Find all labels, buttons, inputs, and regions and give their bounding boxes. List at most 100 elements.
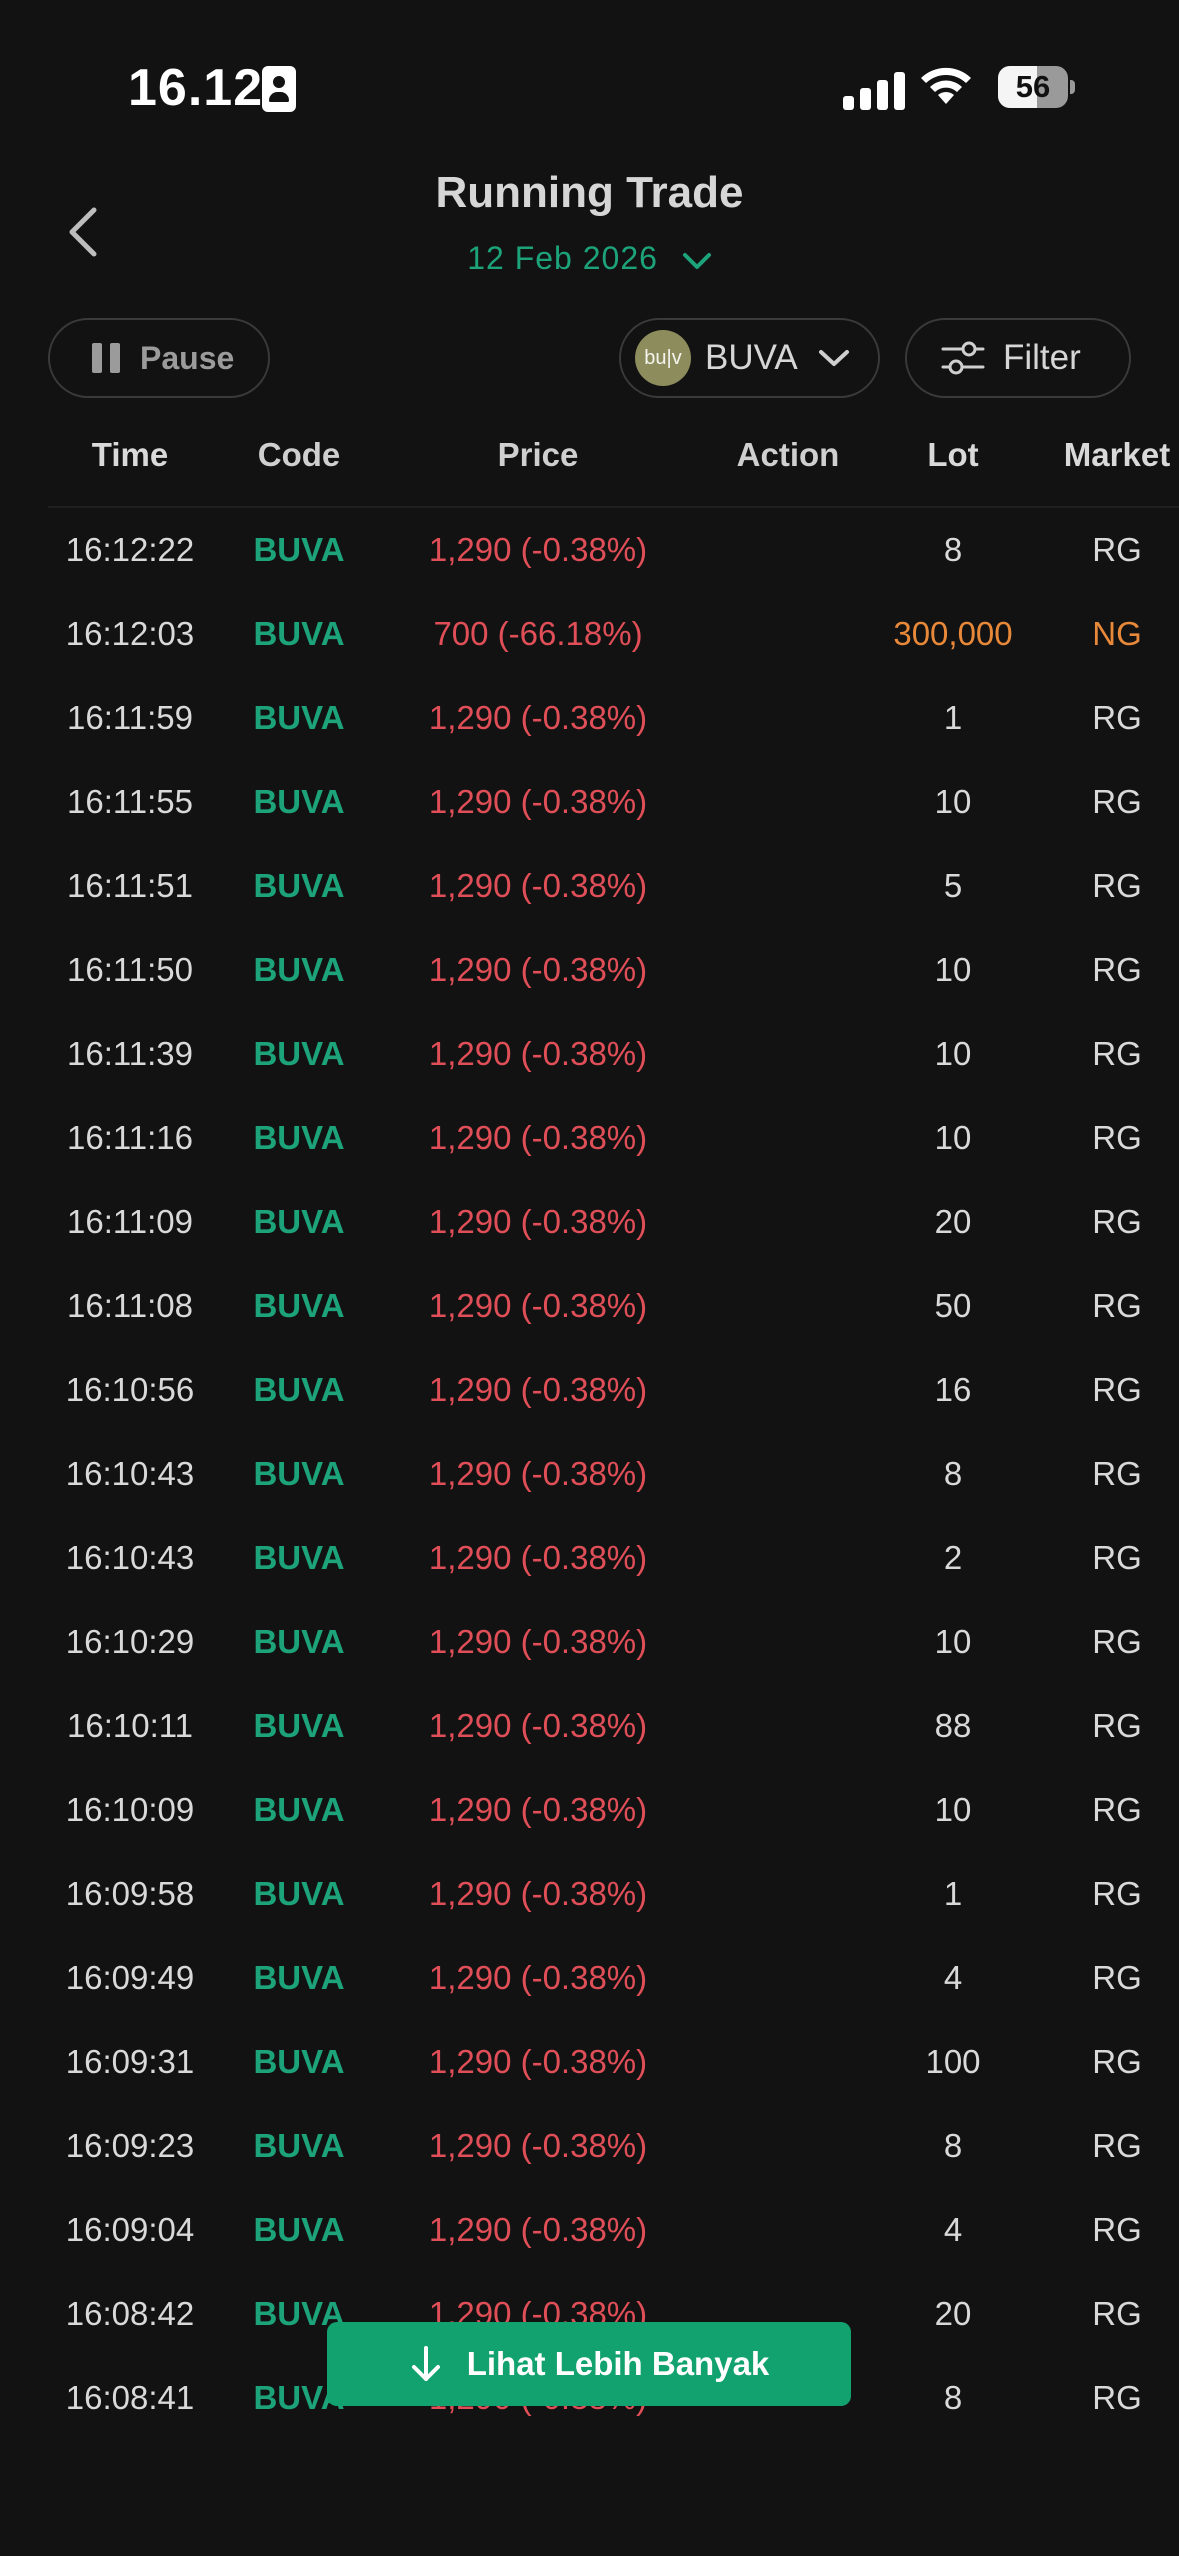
stock-logo: bu|v	[635, 330, 691, 386]
trade-code[interactable]: BUVA	[226, 2188, 372, 2272]
trade-code[interactable]: BUVA	[226, 592, 372, 676]
date-selector[interactable]: 12 Feb 2026	[0, 240, 1179, 277]
battery-icon: 56	[998, 66, 1075, 108]
trade-price: 1,290 (-0.38%)	[428, 1875, 648, 1912]
stock-code-label: BUVA	[705, 338, 798, 377]
trade-time: 16:10:09	[65, 1791, 195, 1828]
trade-price: 1,290 (-0.38%)	[428, 951, 648, 988]
trade-market: NG	[1092, 615, 1142, 652]
date-label: 12 Feb 2026	[467, 240, 658, 276]
table-row[interactable]: 16:10:29 BUVA 1,290 (-0.38%) 10 RG	[48, 1600, 1179, 1684]
trade-market: RG	[1092, 699, 1142, 736]
table-row[interactable]: 16:11:51 BUVA 1,290 (-0.38%) 5 RG	[48, 844, 1179, 928]
table-row[interactable]: 16:11:55 BUVA 1,290 (-0.38%) 10 RG	[48, 760, 1179, 844]
id-card-icon	[262, 66, 296, 112]
table-row[interactable]: 16:11:50 BUVA 1,290 (-0.38%) 10 RG	[48, 928, 1179, 1012]
trade-market: RG	[1092, 1791, 1142, 1828]
table-row[interactable]: 16:10:43 BUVA 1,290 (-0.38%) 2 RG	[48, 1516, 1179, 1600]
trade-market: RG	[1092, 1119, 1142, 1156]
trade-code[interactable]: BUVA	[226, 1012, 372, 1096]
trade-code[interactable]: BUVA	[226, 1600, 372, 1684]
load-more-button[interactable]: Lihat Lebih Banyak	[327, 2322, 851, 2406]
table-row[interactable]: 16:09:31 BUVA 1,290 (-0.38%) 100 RG	[48, 2020, 1179, 2104]
trade-code[interactable]: BUVA	[226, 928, 372, 1012]
trade-code[interactable]: BUVA	[226, 1348, 372, 1432]
table-row[interactable]: 16:11:39 BUVA 1,290 (-0.38%) 10 RG	[48, 1012, 1179, 1096]
header: Running Trade 12 Feb 2026	[0, 160, 1179, 300]
trade-code[interactable]: BUVA	[226, 1768, 372, 1852]
trade-price: 1,290 (-0.38%)	[428, 2127, 648, 2164]
trade-price: 1,290 (-0.38%)	[428, 1623, 648, 1660]
table-header: Time Code Price Action Lot Market	[48, 408, 1179, 508]
trade-code[interactable]: BUVA	[226, 1096, 372, 1180]
table-row[interactable]: 16:10:11 BUVA 1,290 (-0.38%) 88 RG	[48, 1684, 1179, 1768]
trade-code[interactable]: BUVA	[226, 844, 372, 928]
table-row[interactable]: 16:11:59 BUVA 1,290 (-0.38%) 1 RG	[48, 676, 1179, 760]
trade-price: 1,290 (-0.38%)	[428, 1455, 648, 1492]
trade-market: RG	[1092, 1287, 1142, 1324]
trade-time: 16:11:16	[66, 1119, 193, 1156]
trade-code[interactable]: BUVA	[226, 2104, 372, 2188]
table-row[interactable]: 16:11:16 BUVA 1,290 (-0.38%) 10 RG	[48, 1096, 1179, 1180]
trade-code[interactable]: BUVA	[226, 2020, 372, 2104]
table-row[interactable]: 16:09:04 BUVA 1,290 (-0.38%) 4 RG	[48, 2188, 1179, 2272]
trade-market: RG	[1092, 1875, 1142, 1912]
table-row[interactable]: 16:09:49 BUVA 1,290 (-0.38%) 4 RG	[48, 1936, 1179, 2020]
column-header-code: Code	[257, 436, 341, 473]
trade-code[interactable]: BUVA	[226, 1684, 372, 1768]
filter-sliders-icon	[941, 341, 985, 375]
table-row[interactable]: 16:12:03 BUVA 700 (-66.18%) 300,000 NG	[48, 592, 1179, 676]
trade-price: 1,290 (-0.38%)	[428, 2211, 648, 2248]
table-row[interactable]: 16:10:56 BUVA 1,290 (-0.38%) 16 RG	[48, 1348, 1179, 1432]
trade-time: 16:10:43	[65, 1539, 195, 1576]
trade-code[interactable]: BUVA	[226, 1852, 372, 1936]
stock-selector[interactable]: bu|v BUVA	[619, 318, 880, 398]
trade-market: RG	[1092, 2379, 1142, 2416]
trade-code[interactable]: BUVA	[226, 1432, 372, 1516]
trade-code[interactable]: BUVA	[226, 1264, 372, 1348]
pause-icon	[90, 341, 124, 375]
trade-time: 16:09:49	[65, 1959, 195, 1996]
table-row[interactable]: 16:09:58 BUVA 1,290 (-0.38%) 1 RG	[48, 1852, 1179, 1936]
trade-code[interactable]: BUVA	[226, 760, 372, 844]
trade-price: 1,290 (-0.38%)	[428, 867, 648, 904]
trade-time: 16:11:55	[66, 783, 193, 820]
trade-time: 16:11:51	[66, 867, 193, 904]
trade-market: RG	[1092, 1707, 1142, 1744]
trade-market: RG	[1092, 951, 1142, 988]
table-row[interactable]: 16:12:22 BUVA 1,290 (-0.38%) 8 RG	[48, 508, 1179, 592]
table-row[interactable]: 16:10:43 BUVA 1,290 (-0.38%) 8 RG	[48, 1432, 1179, 1516]
trade-code[interactable]: BUVA	[226, 1516, 372, 1600]
table-row[interactable]: 16:11:09 BUVA 1,290 (-0.38%) 20 RG	[48, 1180, 1179, 1264]
signal-icon	[843, 72, 905, 110]
table-row[interactable]: 16:10:09 BUVA 1,290 (-0.38%) 10 RG	[48, 1768, 1179, 1852]
trade-price: 1,290 (-0.38%)	[428, 1371, 648, 1408]
trade-market: RG	[1092, 783, 1142, 820]
pause-label: Pause	[140, 339, 235, 376]
table-row[interactable]: 16:11:08 BUVA 1,290 (-0.38%) 50 RG	[48, 1264, 1179, 1348]
trade-price: 1,290 (-0.38%)	[428, 783, 648, 820]
filter-button[interactable]: Filter	[905, 318, 1131, 398]
status-time: 16.12	[128, 59, 264, 117]
trade-time: 16:10:43	[65, 1455, 195, 1492]
trade-price: 1,290 (-0.38%)	[428, 1287, 648, 1324]
trade-time: 16:09:23	[65, 2127, 195, 2164]
trade-market: RG	[1092, 867, 1142, 904]
load-more-label: Lihat Lebih Banyak	[466, 2345, 770, 2382]
trade-price: 700 (-66.18%)	[433, 615, 643, 652]
trade-market: RG	[1092, 1623, 1142, 1660]
column-header-time: Time	[91, 436, 169, 473]
trade-price: 1,290 (-0.38%)	[428, 1035, 648, 1072]
trade-code[interactable]: BUVA	[226, 1936, 372, 2020]
status-bar: 16.12 56	[0, 0, 1179, 160]
trade-time: 16:09:31	[65, 2043, 195, 2080]
chevron-down-icon	[818, 350, 849, 366]
trade-price: 1,290 (-0.38%)	[428, 1539, 648, 1576]
trade-time: 16:10:11	[66, 1707, 193, 1744]
trade-code[interactable]: BUVA	[226, 1180, 372, 1264]
trade-code[interactable]: BUVA	[226, 508, 372, 592]
trade-market: RG	[1092, 1539, 1142, 1576]
table-row[interactable]: 16:09:23 BUVA 1,290 (-0.38%) 8 RG	[48, 2104, 1179, 2188]
trade-code[interactable]: BUVA	[226, 676, 372, 760]
pause-button[interactable]: Pause	[48, 318, 270, 398]
